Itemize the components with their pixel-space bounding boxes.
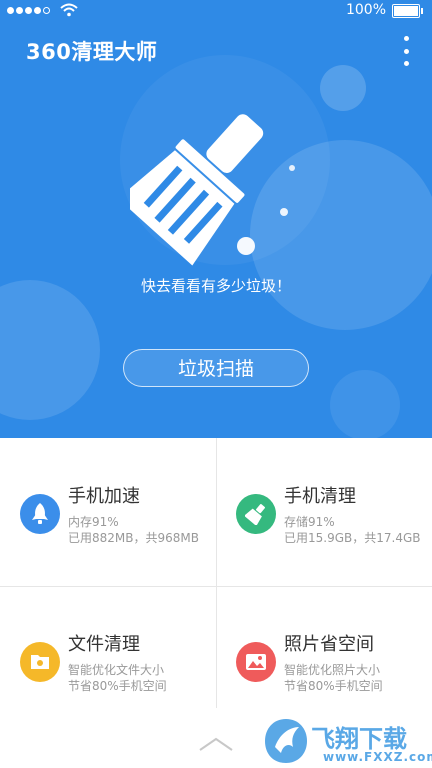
tile-phone-boost[interactable]: 手机加速 内存91% 已用882MB，共968MB [0,438,216,585]
broom-icon [236,494,276,534]
broom-icon [130,114,295,266]
decor-bubble [0,280,100,420]
tile-title: 手机加速 [68,486,140,507]
rocket-icon [20,494,60,534]
tile-photo-save[interactable]: 照片省空间 智能优化照片大小 节省80%手机空间 [216,586,432,733]
watermark-title: 飞翔下载 [311,725,407,753]
photo-icon [236,642,276,682]
chevron-up-icon[interactable] [198,735,234,753]
watermark-logo: 飞翔下载 www.FXXZ.com [263,716,432,766]
tile-subtitle: 存储91% [284,515,335,529]
status-bar: 100% [0,0,432,22]
more-menu-button[interactable] [400,36,412,66]
tile-subtitle: 内存91% [68,515,119,529]
decor-bubble [320,65,366,111]
scan-tagline: 快去看看有多少垃圾！ [140,277,291,295]
wifi-icon [60,3,78,17]
junk-scan-button[interactable]: 垃圾扫描 [123,349,309,387]
battery-percent: 100% [345,2,386,18]
watermark-url: www.FXXZ.com [323,750,432,764]
tile-detail: 节省80%手机空间 [284,679,383,693]
tile-detail: 已用15.9GB，共17.4GB [284,531,421,545]
tile-detail: 已用882MB，共968MB [68,531,199,545]
watermark-icon [265,719,307,763]
feature-grid: 手机加速 内存91% 已用882MB，共968MB 手机清理 存储91% 已用1… [0,438,432,732]
tile-subtitle: 智能优化照片大小 [284,663,381,677]
app-title: 360清理大师 [26,40,158,64]
tile-title: 照片省空间 [284,634,374,655]
tile-title: 文件清理 [68,634,140,655]
file-icon [20,642,60,682]
tile-title: 手机清理 [284,486,356,507]
tile-subtitle: 智能优化文件大小 [68,663,165,677]
decor-bubble [330,370,400,438]
tile-detail: 节省80%手机空间 [68,679,167,693]
tile-file-clean[interactable]: 文件清理 智能优化文件大小 节省80%手机空间 [0,586,216,733]
signal-icon [7,7,50,14]
tile-phone-clean[interactable]: 手机清理 存储91% 已用15.9GB，共17.4GB [216,438,432,585]
battery-icon [392,4,423,18]
